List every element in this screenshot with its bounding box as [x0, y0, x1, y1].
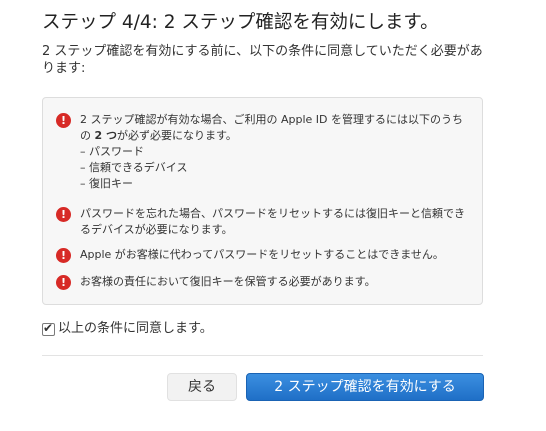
notice-forgot-password: ! パスワードを忘れた場合、パスワードをリセットするには復旧キーと信頼できるデバ…: [56, 206, 468, 238]
exclamation-circle-icon: !: [56, 207, 71, 222]
conditions-box: ! 2 ステップ確認が有効な場合、ご利用の Apple ID を管理するには以下…: [42, 97, 483, 305]
exclamation-circle-icon: !: [56, 248, 71, 263]
agree-label[interactable]: 以上の条件に同意します。: [58, 321, 213, 337]
notice-text-after: が必ず必要になります。: [116, 129, 237, 142]
checkmark-icon: ✔: [43, 320, 54, 335]
notice-text: Apple がお客様に代わってパスワードをリセットすることはできません。: [80, 248, 444, 261]
notice-apple-cannot-reset: ! Apple がお客様に代わってパスワードをリセットすることはできません。: [56, 247, 468, 263]
back-button[interactable]: 戻る: [167, 373, 237, 401]
notice-text-bold: 2 つ: [94, 129, 117, 142]
agree-checkbox[interactable]: ✔: [42, 320, 55, 336]
notice-text: パスワードを忘れた場合、パスワードをリセットするには復旧キーと信頼できるデバイス…: [80, 207, 465, 236]
two-step-verification-step-4: ステップ 4/4: 2 ステップ確認を有効にします。 2 ステップ確認を有効にす…: [0, 0, 546, 431]
page-title: ステップ 4/4: 2 ステップ確認を有効にします。: [42, 12, 439, 33]
requirement-password: – パスワード: [80, 145, 144, 158]
divider: [42, 355, 483, 356]
requirement-trusted-device: – 信頼できるデバイス: [80, 161, 188, 174]
exclamation-circle-icon: !: [56, 275, 71, 290]
agree-row[interactable]: ✔ 以上の条件に同意します。: [42, 321, 213, 337]
notice-text: お客様の責任において復旧キーを保管する必要があります。: [80, 275, 376, 288]
notice-two-of-three: ! 2 ステップ確認が有効な場合、ご利用の Apple ID を管理するには以下…: [56, 112, 468, 192]
notice-keep-recovery-key: ! お客様の責任において復旧キーを保管する必要があります。: [56, 274, 468, 290]
intro-text: 2 ステップ確認を有効にする前に、以下の条件に同意していただく必要があります:: [42, 44, 483, 76]
requirements-list: – パスワード – 信頼できるデバイス – 復旧キー: [80, 144, 468, 192]
notice-text: 2 ステップ確認が有効な場合、ご利用の Apple ID を管理するには以下のう…: [80, 112, 468, 192]
requirement-recovery-key: – 復旧キー: [80, 177, 133, 190]
exclamation-circle-icon: !: [56, 113, 71, 128]
enable-two-step-button[interactable]: 2 ステップ確認を有効にする: [246, 373, 484, 401]
